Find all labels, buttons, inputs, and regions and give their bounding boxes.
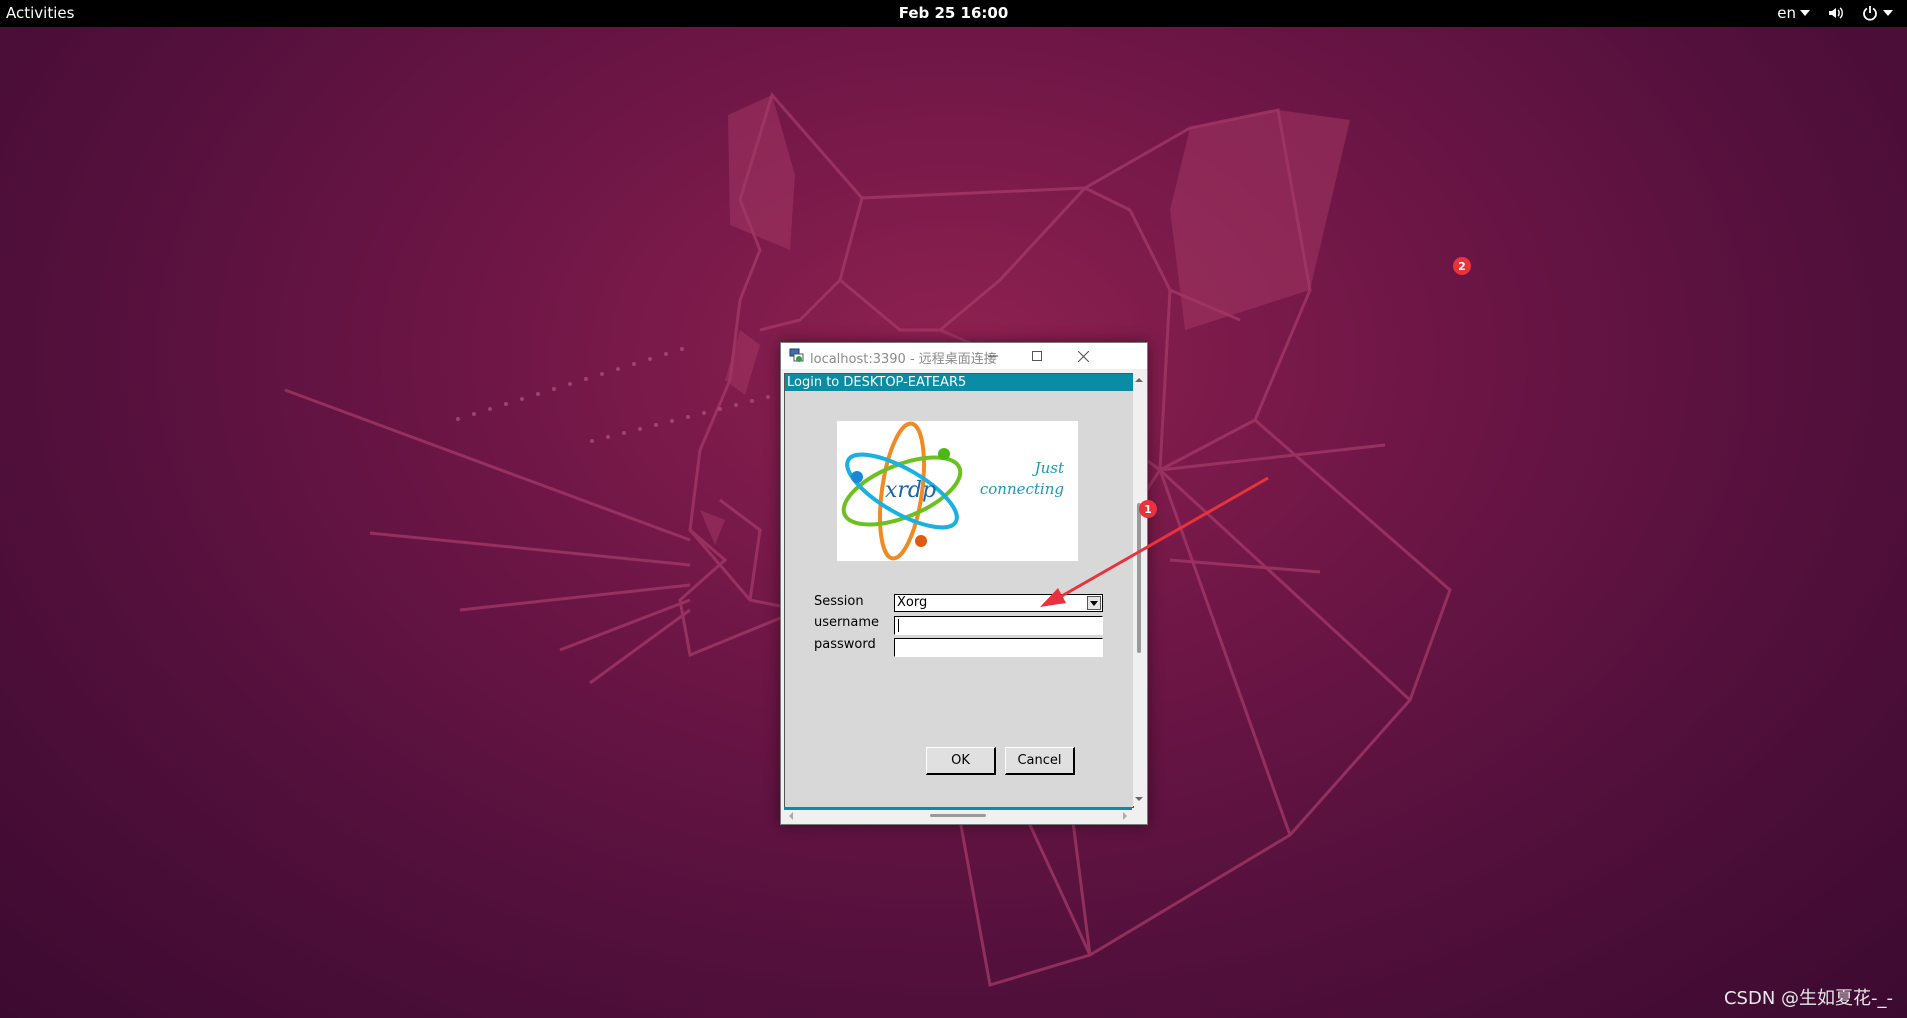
- scroll-right-icon[interactable]: [1120, 811, 1130, 821]
- system-tray: en: [1777, 4, 1893, 22]
- top-bar: Activities Feb 25 16:00 en: [0, 0, 1907, 27]
- power-icon: [1863, 6, 1877, 21]
- session-select[interactable]: Xorg: [894, 594, 1103, 612]
- cancel-button[interactable]: Cancel: [1005, 747, 1075, 775]
- annotation-badge-2: 2: [1453, 257, 1471, 275]
- remote-desktop-window[interactable]: localhost:3390 - 远程桌面连接 Login to DESKTOP…: [780, 342, 1148, 825]
- vertical-scroll-thumb[interactable]: [1137, 503, 1141, 653]
- text-cursor: [898, 619, 899, 632]
- watermark: CSDN @生如夏花-_-: [1723, 988, 1893, 1009]
- xrdp-login-panel: Login to DESKTOP-EATEAR5 xrdp Just conne…: [784, 373, 1134, 808]
- volume-icon[interactable]: [1828, 5, 1844, 21]
- scroll-down-icon[interactable]: [1133, 794, 1145, 804]
- language-selector[interactable]: en: [1777, 4, 1810, 22]
- session-value: Xorg: [897, 595, 928, 610]
- minimize-button[interactable]: [971, 343, 1015, 369]
- login-header: Login to DESKTOP-EATEAR5: [785, 374, 1133, 391]
- maximize-icon: [1032, 351, 1042, 361]
- xrdp-logo: xrdp Just connecting: [837, 421, 1078, 561]
- close-button[interactable]: [1061, 343, 1105, 369]
- logo-wordmark: xrdp: [885, 478, 936, 503]
- annotation-badge-1: 1: [1139, 500, 1157, 518]
- chevron-down-icon: [1883, 10, 1893, 16]
- clock[interactable]: Feb 25 16:00: [0, 4, 1907, 22]
- window-titlebar[interactable]: localhost:3390 - 远程桌面连接: [781, 343, 1147, 369]
- password-input[interactable]: [894, 638, 1103, 657]
- maximize-button[interactable]: [1015, 343, 1059, 369]
- remote-desktop-icon: [789, 348, 804, 362]
- window-title: localhost:3390 - 远程桌面连接: [810, 352, 997, 367]
- username-input[interactable]: [894, 616, 1103, 635]
- power-menu[interactable]: [1862, 5, 1893, 21]
- logo-tagline-2: connecting: [980, 480, 1064, 498]
- chevron-down-icon: [1800, 10, 1810, 16]
- close-icon: [1077, 350, 1089, 362]
- language-label: en: [1777, 4, 1796, 22]
- ok-button[interactable]: OK: [926, 747, 996, 775]
- scroll-up-icon[interactable]: [1133, 375, 1145, 385]
- scroll-left-icon[interactable]: [786, 811, 796, 821]
- horizontal-scrollbar[interactable]: [784, 807, 1132, 821]
- session-label: Session: [814, 594, 864, 609]
- session-dropdown-button[interactable]: [1087, 596, 1101, 610]
- horizontal-scroll-thumb[interactable]: [930, 814, 986, 817]
- xrdp-logo-graphic: xrdp Just connecting: [841, 421, 1065, 561]
- minimize-icon: [988, 355, 998, 357]
- logo-tagline-1: Just: [1032, 459, 1065, 477]
- username-label: username: [814, 615, 879, 630]
- password-label: password: [814, 637, 876, 652]
- vertical-scrollbar[interactable]: [1133, 373, 1145, 806]
- chevron-down-icon: [1090, 600, 1098, 606]
